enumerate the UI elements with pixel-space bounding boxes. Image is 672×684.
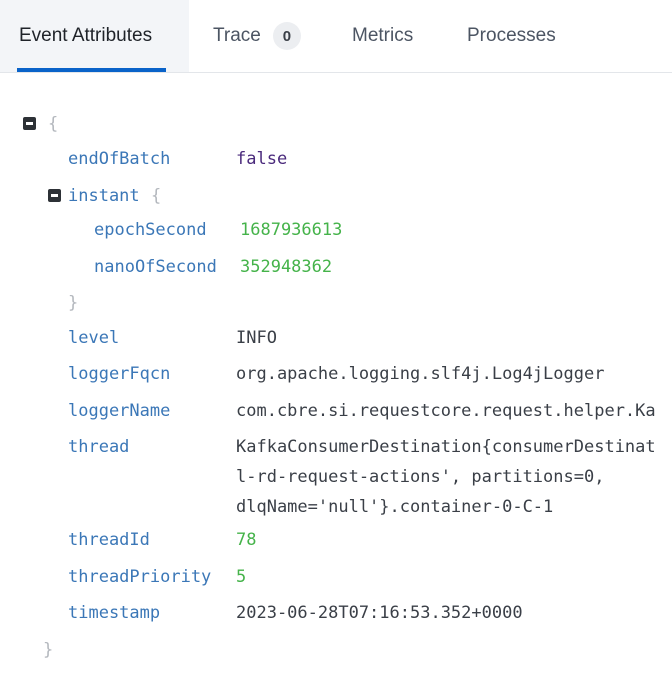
key-epochSecond: epochSecond xyxy=(94,220,207,240)
key-thread: thread xyxy=(68,437,130,457)
value-loggerFqcn: org.apache.logging.slf4j.Log4jLogger xyxy=(236,364,605,384)
tab-trace-label: Trace xyxy=(213,25,261,46)
value-threadId: 78 xyxy=(236,530,257,550)
value-nanoOfSecond: 352948362 xyxy=(240,257,333,277)
root-open-brace: { xyxy=(48,114,59,134)
tab-processes-label: Processes xyxy=(467,25,556,46)
tab-processes[interactable]: Processes xyxy=(467,0,577,72)
value-timestamp: 2023-06-28T07:16:53.352+0000 xyxy=(236,603,523,623)
key-nanoOfSecond: nanoOfSecond xyxy=(94,257,217,277)
key-threadPriority: threadPriority xyxy=(68,567,212,587)
tab-metrics-label: Metrics xyxy=(352,25,414,46)
key-threadId: threadId xyxy=(68,530,150,550)
json-tree: { endOfBatch false instant { epochSecond… xyxy=(0,73,672,684)
key-level: level xyxy=(68,328,120,348)
key-endOfBatch: endOfBatch xyxy=(68,149,171,169)
key-loggerName: loggerName xyxy=(68,401,171,421)
value-epochSecond: 1687936613 xyxy=(240,220,343,240)
value-loggerName: com.cbre.si.requestcore.request.helper.K… xyxy=(236,401,656,421)
value-level: INFO xyxy=(236,328,277,348)
key-timestamp: timestamp xyxy=(68,603,161,623)
value-thread-line-2: l-rd-request-actions', partitions=0, xyxy=(236,467,605,487)
active-tab-indicator xyxy=(17,68,166,72)
instant-close-brace: } xyxy=(68,293,79,313)
trace-count-badge: 0 xyxy=(272,22,301,50)
key-instant[interactable]: instant xyxy=(68,186,140,206)
value-threadPriority: 5 xyxy=(236,567,247,587)
tab-metrics[interactable]: Metrics xyxy=(352,0,442,72)
root-close-brace: } xyxy=(43,640,54,660)
value-thread-line-3: dlqName='null'}.container-0-C-1 xyxy=(236,497,554,517)
key-loggerFqcn: loggerFqcn xyxy=(68,364,171,384)
collapse-root-icon[interactable] xyxy=(23,117,36,130)
collapse-instant-icon[interactable] xyxy=(48,189,61,202)
instant-open-brace: { xyxy=(151,186,162,206)
tab-bar: Event Attributes Trace 0 Metrics Process… xyxy=(0,0,672,73)
tab-event-attributes-label: Event Attributes xyxy=(19,25,153,46)
tab-trace[interactable]: Trace 0 xyxy=(213,0,323,72)
value-endOfBatch: false xyxy=(236,149,288,169)
value-thread-line-1: KafkaConsumerDestination{consumerDestina… xyxy=(236,437,656,457)
tab-event-attributes[interactable]: Event Attributes xyxy=(0,0,189,72)
